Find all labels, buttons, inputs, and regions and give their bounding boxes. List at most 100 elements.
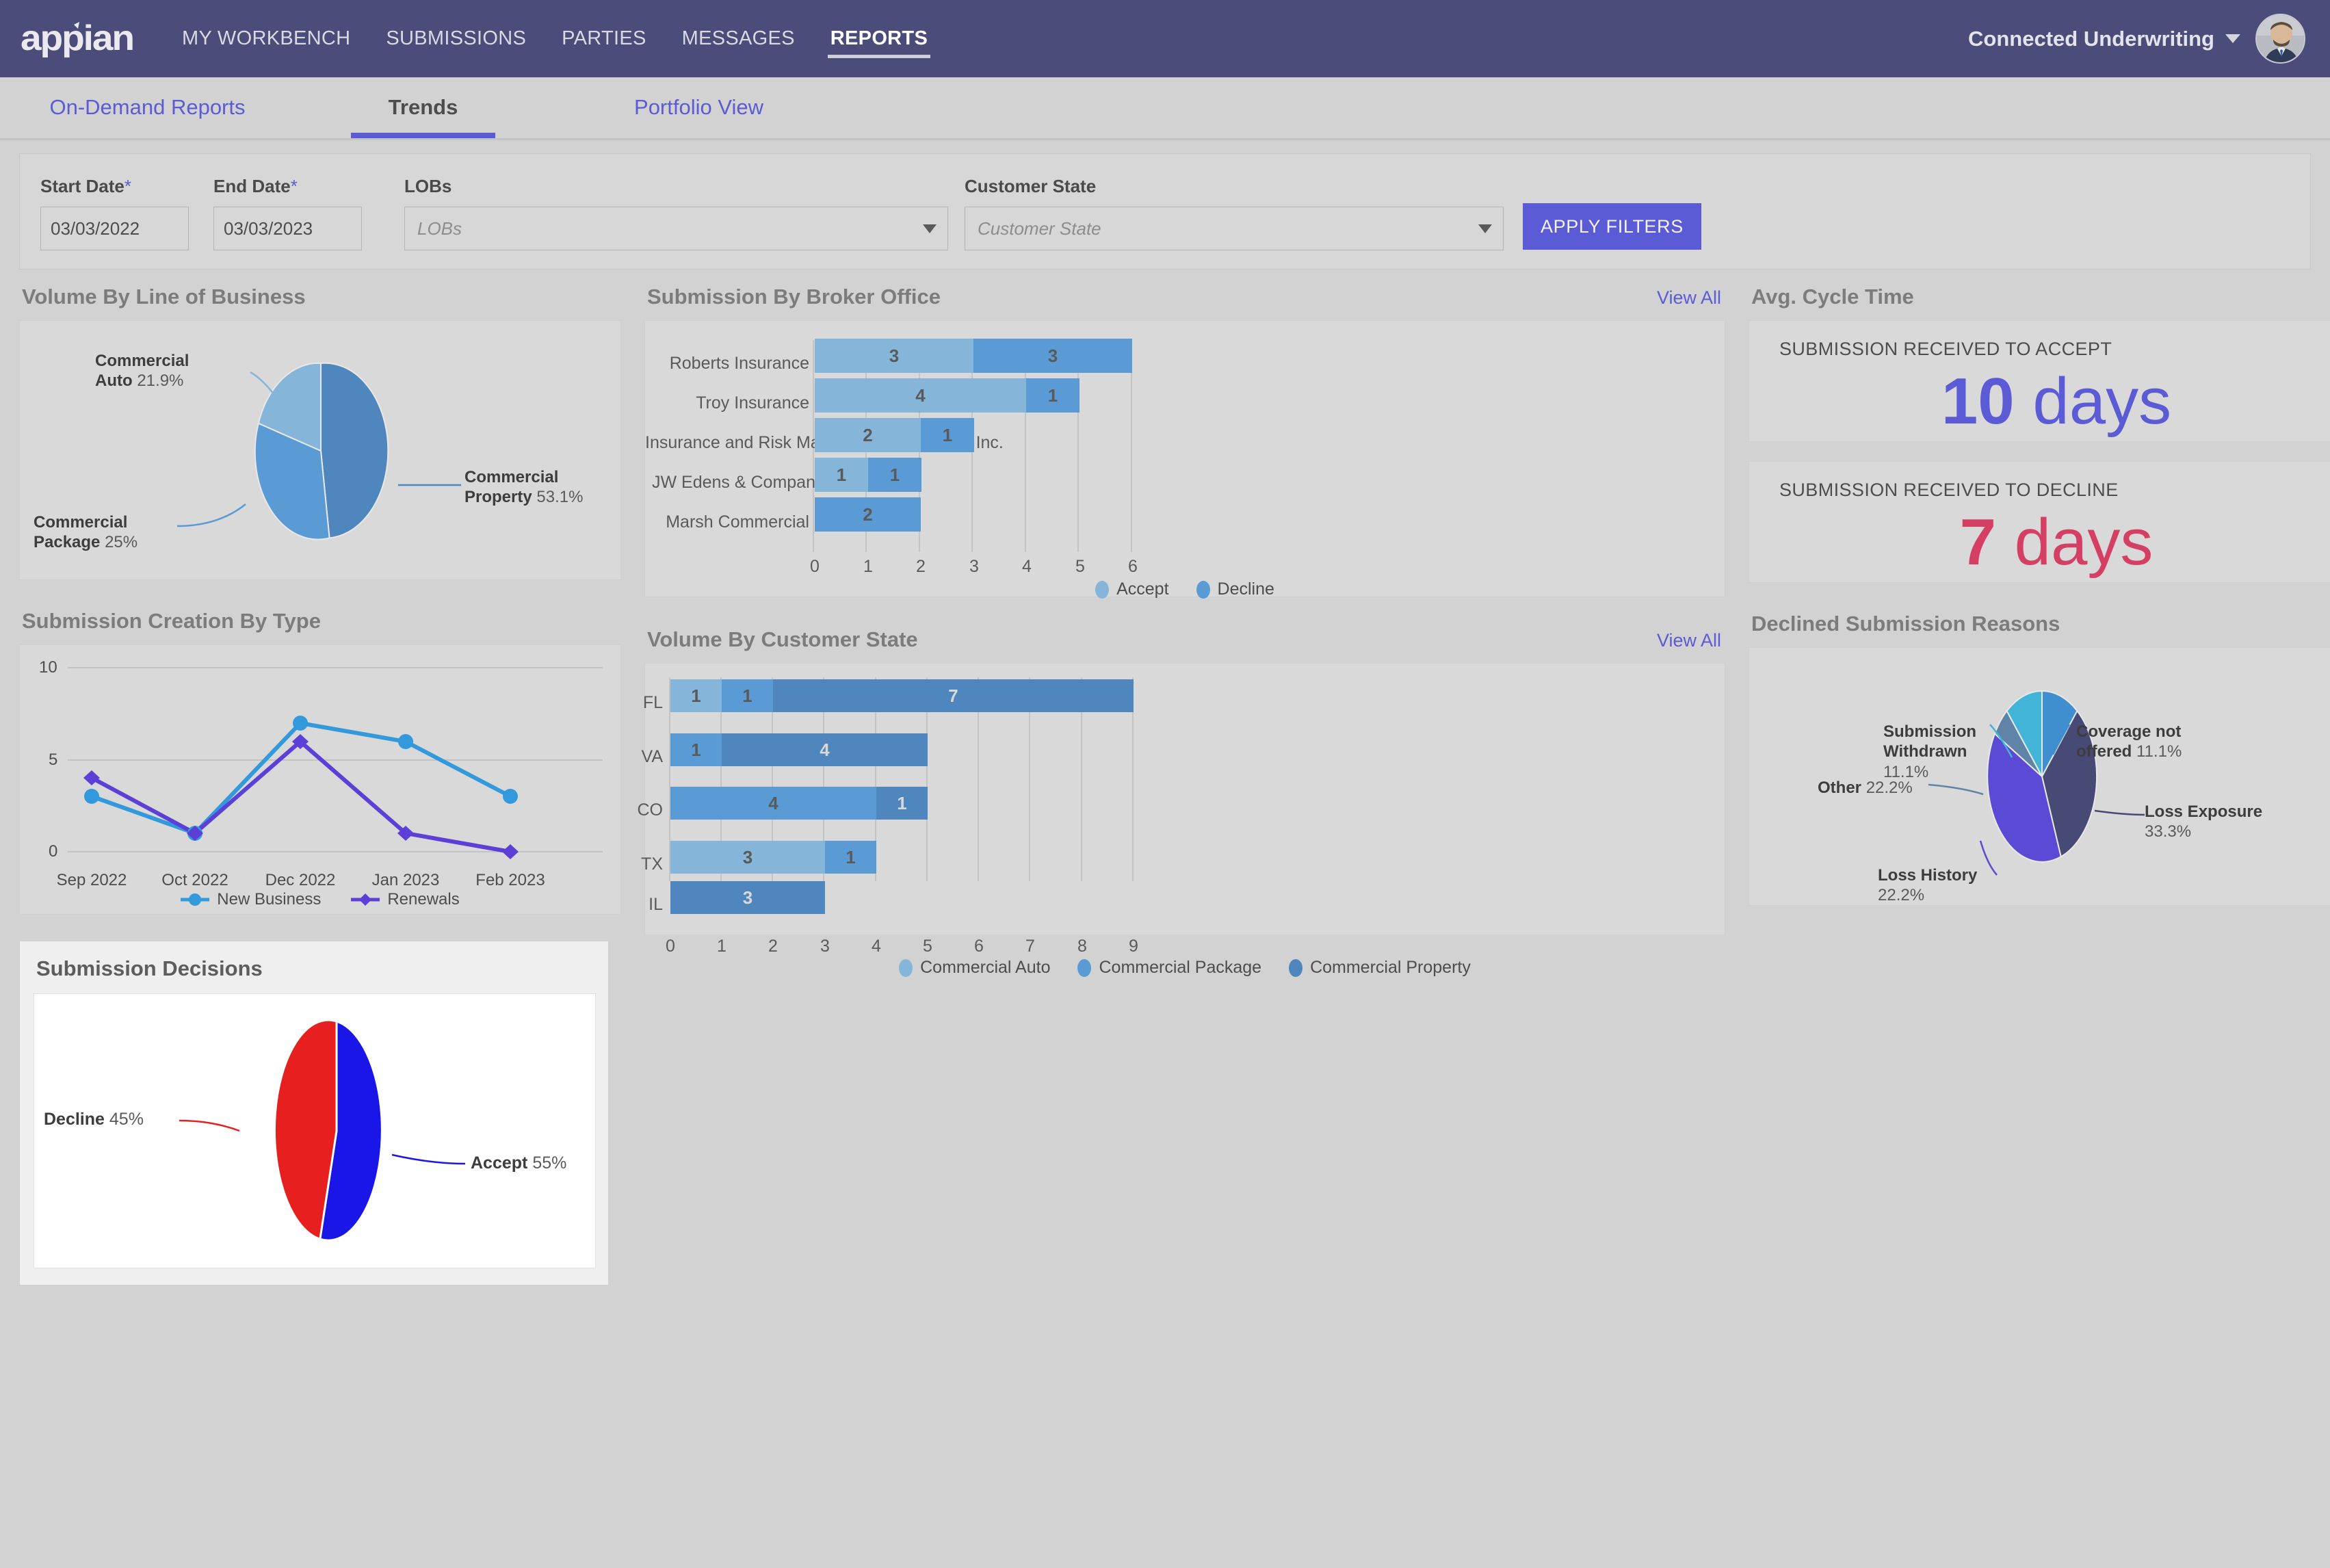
- apply-filters-button[interactable]: APPLY FILTERS: [1523, 203, 1701, 250]
- nav-link-my-workbench[interactable]: MY WORKBENCH: [164, 0, 368, 77]
- declined-label-coverage-not-offered: Coverage not offered 11.1%: [2076, 722, 2213, 762]
- legend-item-commercial-package[interactable]: Commercial Package: [1077, 958, 1261, 978]
- nav-link-messages[interactable]: MESSAGES: [664, 0, 813, 77]
- bar-segment-commercial-package[interactable]: 1: [825, 841, 876, 874]
- bar-segment-commercial-property[interactable]: 7: [773, 679, 1134, 712]
- broker-office-view-all-link[interactable]: View All: [1657, 287, 1721, 309]
- nav-link-reports[interactable]: REPORTS: [813, 0, 945, 77]
- legend-item-commercial-property[interactable]: Commercial Property: [1289, 958, 1471, 978]
- declined-coverage-pct: 11.1%: [2136, 742, 2182, 761]
- bar-segment-commercial-property[interactable]: 3: [670, 881, 825, 914]
- chevron-down-icon[interactable]: [2225, 34, 2240, 43]
- decision-accept-name: Accept: [471, 1153, 528, 1173]
- kpi-accept-label: SUBMISSION RECEIVED TO ACCEPT: [1779, 339, 2112, 359]
- declined-coverage-line1: Coverage not: [2076, 722, 2182, 741]
- required-asterisk: *: [290, 176, 298, 196]
- bar-segment-decline[interactable]: 1: [1026, 378, 1079, 413]
- bar-segment-commercial-property[interactable]: 4: [722, 733, 928, 766]
- lob-label-commercial-property: Commercial Property 53.1%: [464, 467, 622, 508]
- submission-decisions-pie[interactable]: [34, 994, 595, 1268]
- bar-segment-commercial-auto[interactable]: 1: [670, 679, 722, 712]
- decision-decline-name: Decline: [44, 1110, 105, 1129]
- legend-item-decline[interactable]: Decline: [1196, 579, 1274, 599]
- state-x-tick-1: 1: [717, 937, 727, 956]
- lobs-select[interactable]: LOBs: [404, 207, 948, 250]
- bar-segment-decline[interactable]: 3: [973, 339, 1132, 373]
- broker-x-tick-2: 2: [916, 557, 926, 576]
- bar-segment-commercial-auto[interactable]: 4: [670, 787, 876, 820]
- broker-x-tick-0: 0: [810, 557, 820, 576]
- y-tick-10: 10: [39, 658, 57, 677]
- volume-by-lob-section: Volume By Line of Business Commercial Au…: [19, 285, 621, 580]
- declined-other-pct: 22.2%: [1866, 779, 1913, 797]
- bar-segment-commercial-package[interactable]: 1: [722, 679, 773, 712]
- customer-state-select[interactable]: Customer State: [965, 207, 1504, 250]
- legend-item-renewals[interactable]: Renewals: [351, 890, 460, 909]
- avatar[interactable]: [2255, 14, 2305, 64]
- declined-coverage-line2: offered: [2076, 742, 2132, 761]
- start-date-field: Start Date*: [40, 176, 298, 250]
- volume-by-lob-title: Volume By Line of Business: [22, 285, 306, 309]
- bar-segment-accept[interactable]: 3: [815, 339, 973, 373]
- declined-withdrawn-line1: Submission: [1883, 722, 1977, 741]
- tab-on-demand-reports[interactable]: On-Demand Reports: [10, 77, 285, 138]
- state-category-il: IL: [649, 895, 663, 914]
- broker-office-category-marsh-commercial: Marsh Commercial: [666, 512, 809, 532]
- y-tick-5: 5: [49, 750, 58, 769]
- new-business-legend-marker: [181, 893, 210, 906]
- lob-label-commercial-auto: Commercial Auto 21.9%: [95, 351, 246, 391]
- broker-x-tick-3: 3: [969, 557, 979, 576]
- declined-label-loss-history: Loss History 22.2%: [1878, 865, 2008, 906]
- decline-legend-dot: [1196, 580, 1210, 599]
- customer-state-view-all-link[interactable]: View All: [1657, 630, 1721, 651]
- legend-label-new-business: New Business: [217, 890, 322, 909]
- kpi-submission-received-to-accept: SUBMISSION RECEIVED TO ACCEPT 10 days: [1749, 320, 2330, 442]
- kpi-submission-received-to-decline: SUBMISSION RECEIVED TO DECLINE 7 days: [1749, 461, 2330, 583]
- bar-segment-accept[interactable]: 4: [815, 378, 1026, 413]
- bar-segment-commercial-package[interactable]: 1: [876, 787, 928, 820]
- appian-logo[interactable]: appian: [21, 18, 137, 60]
- broker-office-category-roberts-insurance: Roberts Insurance: [669, 354, 809, 373]
- volume-by-lob-card: Commercial Auto 21.9% Commercial Propert…: [19, 320, 621, 580]
- declined-label-submission-withdrawn: Submission Withdrawn 11.1%: [1883, 722, 1986, 782]
- filter-bar: Start Date* End Da: [19, 153, 2311, 270]
- legend-item-accept[interactable]: Accept: [1095, 579, 1169, 599]
- start-date-label: Start Date*: [40, 176, 189, 197]
- legend-item-new-business[interactable]: New Business: [181, 890, 321, 909]
- legend-item-commercial-auto[interactable]: Commercial Auto: [899, 958, 1050, 978]
- decision-label-accept: Accept 55%: [471, 1153, 566, 1174]
- bar-segment-commercial-package[interactable]: 1: [670, 733, 722, 766]
- renewals-legend-marker: [351, 893, 380, 906]
- bar-segment-decline[interactable]: 2: [815, 497, 921, 532]
- declined-other-name: Other: [1818, 779, 1862, 797]
- end-date-input-wrap[interactable]: [213, 207, 471, 250]
- bar-segment-accept[interactable]: 2: [815, 418, 921, 452]
- chevron-down-icon[interactable]: [923, 224, 937, 233]
- chevron-down-icon[interactable]: [1478, 224, 1492, 233]
- broker-office-header: Submission By Broker Office View All: [644, 285, 1725, 309]
- state-x-tick-8: 8: [1077, 937, 1087, 956]
- state-x-tick-2: 2: [768, 937, 778, 956]
- primary-nav-links: MY WORKBENCH SUBMISSIONS PARTIES MESSAGE…: [164, 0, 945, 77]
- submission-decisions-section: Submission Decisions Decline 45% Accept …: [19, 941, 609, 1285]
- bar-segment-accept[interactable]: 1: [815, 458, 868, 492]
- commercial-property-legend-dot: [1289, 958, 1303, 977]
- bar-segment-decline[interactable]: 1: [921, 418, 974, 452]
- broker-office-category-insurance-risk-management: Insurance and Risk Management Services, …: [645, 433, 1004, 452]
- nav-link-parties[interactable]: PARTIES: [544, 0, 664, 77]
- nav-link-submissions[interactable]: SUBMISSIONS: [368, 0, 544, 77]
- lobs-placeholder: LOBs: [417, 218, 462, 239]
- declined-history-name: Loss History: [1878, 866, 1978, 885]
- tab-trends[interactable]: Trends: [285, 77, 561, 138]
- top-navigation-bar: appian MY WORKBENCH SUBMISSIONS PARTIES …: [0, 0, 2330, 77]
- declined-history-pct: 22.2%: [1878, 886, 1925, 905]
- tab-portfolio-view[interactable]: Portfolio View: [561, 77, 837, 138]
- organization-name[interactable]: Connected Underwriting: [1968, 27, 2214, 51]
- start-date-input-wrap[interactable]: [40, 207, 298, 250]
- bar-segment-commercial-auto[interactable]: 3: [670, 841, 825, 874]
- declined-reasons-pie[interactable]: [1749, 648, 2330, 905]
- end-date-label: End Date*: [213, 176, 362, 197]
- decision-label-decline: Decline 45%: [44, 1109, 144, 1130]
- kpi-decline-unit: days: [2014, 506, 2154, 579]
- bar-segment-decline[interactable]: 1: [868, 458, 921, 492]
